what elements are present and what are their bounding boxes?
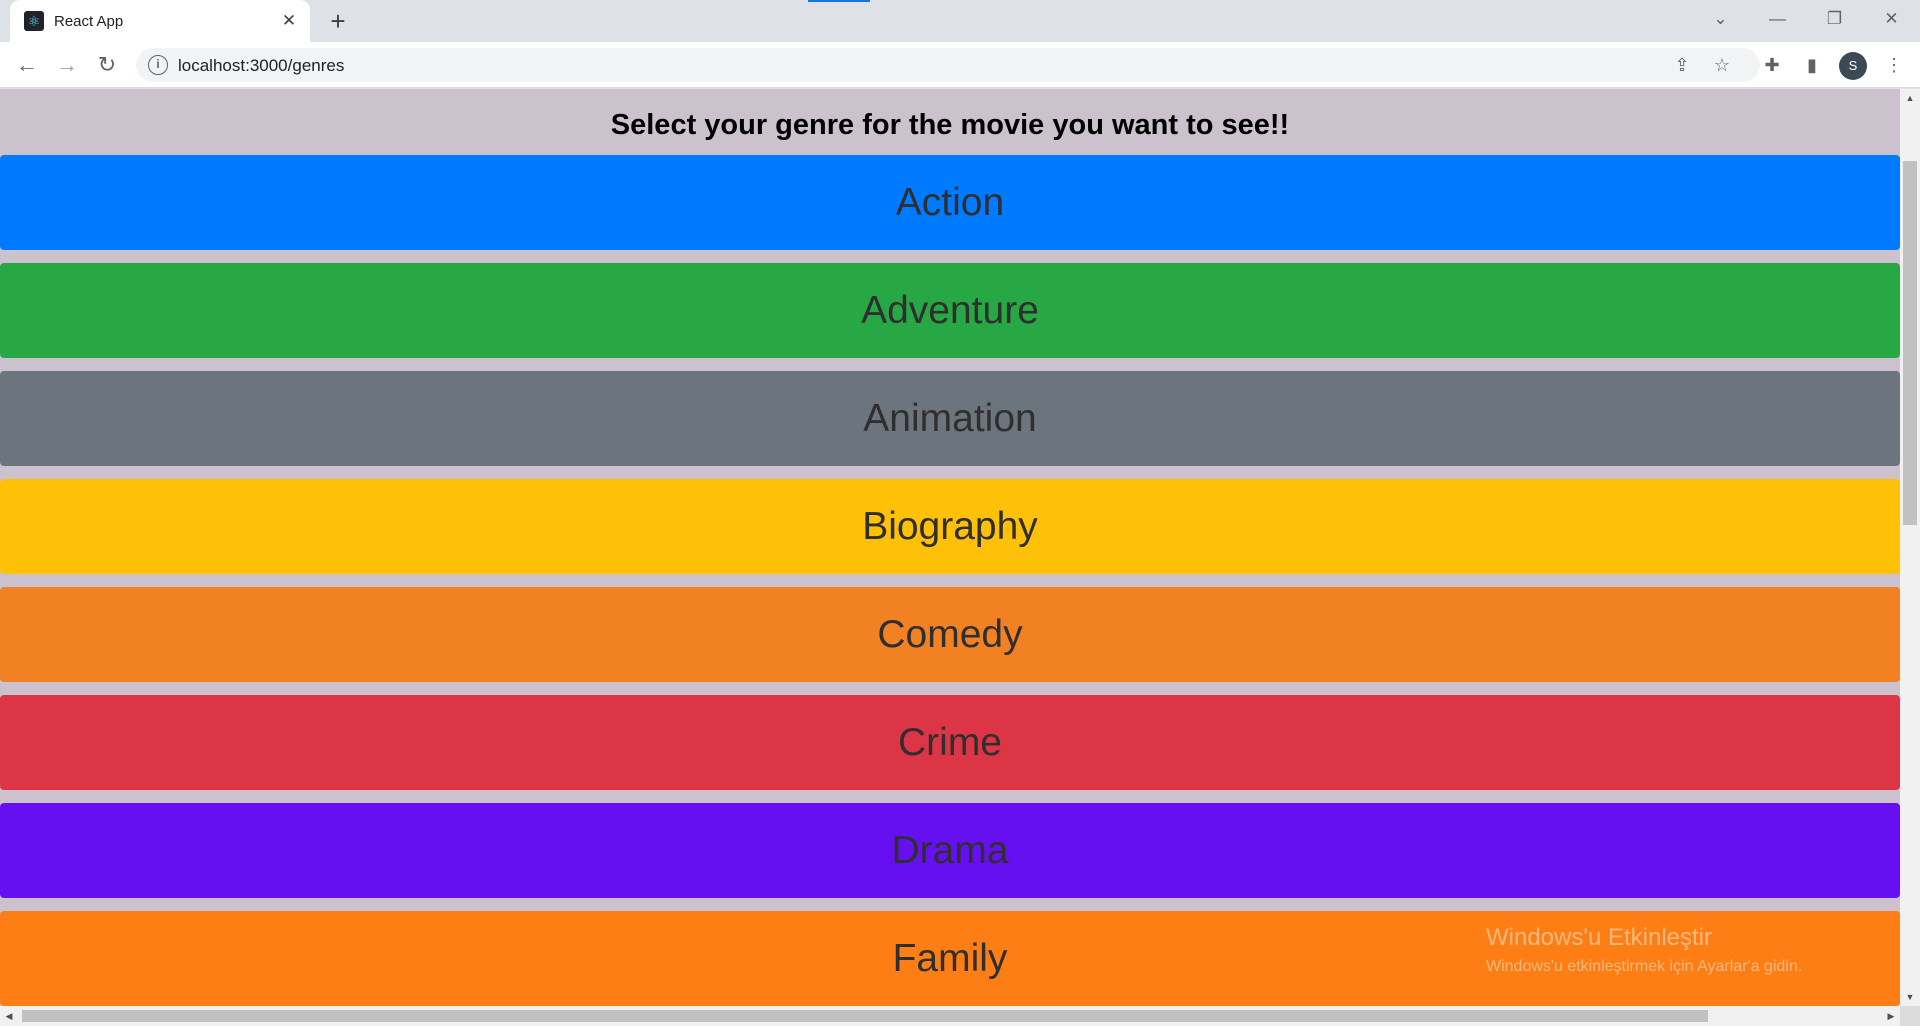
- scroll-right-arrow-icon[interactable]: ▶: [1882, 1006, 1900, 1026]
- browser-menu-icon[interactable]: ⋮: [1880, 51, 1908, 79]
- genre-button-crime[interactable]: Crime: [0, 695, 1900, 790]
- scroll-left-arrow-icon[interactable]: ◀: [0, 1006, 18, 1026]
- browser-tab-react-app[interactable]: ⚛ React App ✕: [10, 0, 310, 42]
- watermark-subtitle: Windows'u etkinleştirmek için Ayarlar'a …: [1486, 958, 1803, 975]
- genre-button-adventure[interactable]: Adventure: [0, 263, 1900, 358]
- tab-strip: ⚛ React App ✕ + ⌄ — ❐ ✕: [0, 0, 1920, 42]
- genre-button-biography[interactable]: Biography: [0, 479, 1900, 574]
- window-controls: ⌄ — ❐ ✕: [1692, 0, 1920, 42]
- page-title: Select your genre for the movie you want…: [610, 109, 1290, 141]
- back-button[interactable]: ←: [11, 49, 43, 81]
- extensions-icon[interactable]: ✚: [1758, 51, 1786, 79]
- profile-avatar[interactable]: S: [1839, 52, 1867, 80]
- side-panel-icon[interactable]: ▮: [1798, 51, 1826, 79]
- watermark-title: Windows'u Etkinleştir: [1486, 924, 1712, 951]
- genre-button-action[interactable]: Action: [0, 155, 1900, 250]
- horizontal-scrollbar[interactable]: ◀ ▶: [0, 1006, 1900, 1026]
- react-logo-icon: ⚛: [24, 11, 44, 31]
- genre-button-comedy[interactable]: Comedy: [0, 587, 1900, 682]
- page-viewport: Select your genre for the movie you want…: [0, 89, 1900, 1006]
- bookmark-star-icon[interactable]: ☆: [1708, 52, 1736, 78]
- tab-search-icon[interactable]: ⌄: [1692, 0, 1749, 38]
- new-tab-button[interactable]: +: [324, 8, 352, 36]
- horizontal-scroll-thumb[interactable]: [22, 1010, 1708, 1022]
- genre-button-animation[interactable]: Animation: [0, 371, 1900, 466]
- tab-title: React App: [54, 12, 124, 30]
- windows-activation-watermark: Windows'u Etkinleştir Windows'u etkinleş…: [1486, 924, 1802, 976]
- url-text[interactable]: localhost:3000/genres: [178, 56, 344, 76]
- address-bar[interactable]: i localhost:3000/genres ⇪ ☆: [136, 48, 1760, 82]
- vertical-scroll-thumb[interactable]: [1903, 161, 1917, 525]
- scroll-up-arrow-icon[interactable]: ▲: [1900, 89, 1920, 107]
- tabstrip-accent: [808, 0, 870, 2]
- scrollbar-corner: [1900, 1006, 1920, 1026]
- restore-button[interactable]: ❐: [1806, 0, 1863, 38]
- minimize-button[interactable]: —: [1749, 0, 1806, 38]
- genre-list: Action Adventure Animation Biography Com…: [0, 155, 1900, 1006]
- share-icon[interactable]: ⇪: [1668, 52, 1696, 78]
- forward-button[interactable]: →: [51, 49, 83, 81]
- scroll-down-arrow-icon[interactable]: ▼: [1900, 988, 1920, 1006]
- close-window-button[interactable]: ✕: [1863, 0, 1920, 38]
- vertical-scrollbar[interactable]: ▲ ▼: [1900, 89, 1920, 1006]
- reload-button[interactable]: ↻: [91, 49, 123, 81]
- site-info-icon[interactable]: i: [148, 55, 168, 75]
- close-tab-icon[interactable]: ✕: [278, 10, 300, 32]
- genre-button-drama[interactable]: Drama: [0, 803, 1900, 898]
- browser-toolbar: ← → ↻ i localhost:3000/genres ⇪ ☆ ✚ ▮ ⋮: [0, 42, 1920, 88]
